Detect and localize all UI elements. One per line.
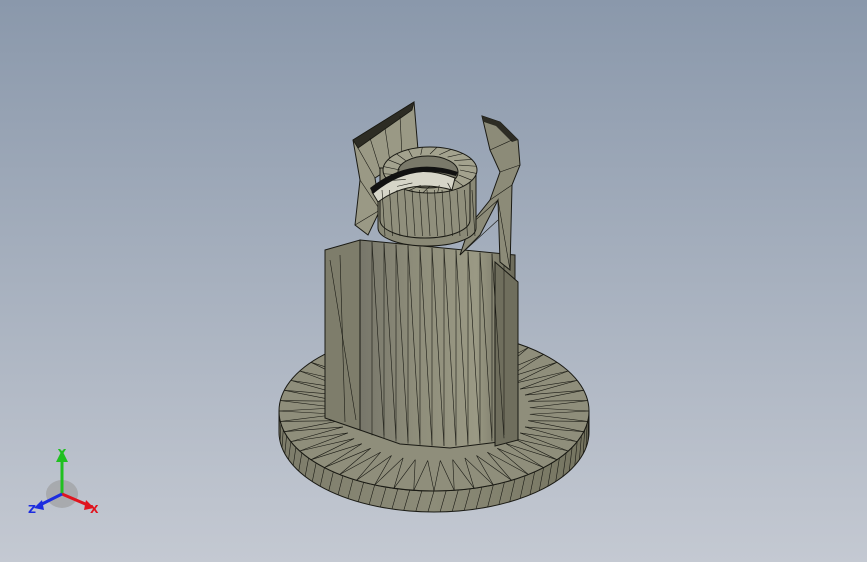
main-column bbox=[324, 239, 519, 449]
graphics-viewport[interactable]: Y X Z bbox=[0, 0, 867, 562]
tessellated-part-model[interactable] bbox=[0, 0, 867, 562]
z-axis-label: Z bbox=[28, 503, 36, 516]
orientation-triad[interactable]: Y X Z bbox=[22, 444, 112, 524]
y-axis-label: Y bbox=[58, 447, 66, 460]
x-axis-label: X bbox=[90, 503, 99, 516]
inner-hub bbox=[370, 146, 478, 247]
